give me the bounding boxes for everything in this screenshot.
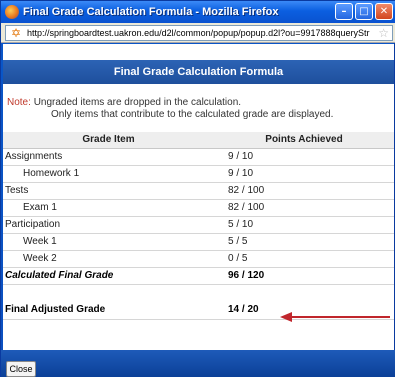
popup-footer: Close: [1, 350, 395, 377]
table-row: Exam 1 82 / 100: [3, 199, 394, 217]
table-row: Tests 82 / 100: [3, 182, 394, 200]
site-favicon-icon: ✡: [10, 26, 22, 40]
grade-item-cell: Week 1: [3, 233, 214, 251]
minimize-icon[interactable]: –: [335, 3, 353, 20]
note-line-2: Only items that contribute to the calcul…: [51, 109, 334, 120]
close-button[interactable]: Close: [6, 361, 36, 377]
column-header-grade-item: Grade Item: [3, 132, 214, 149]
grade-item-cell: Tests: [3, 182, 214, 200]
table-row: Participation 5 / 10: [3, 216, 394, 234]
final-adjusted-grade-label: Final Adjusted Grade: [3, 301, 214, 320]
close-icon[interactable]: ✕: [375, 3, 393, 20]
title-bar[interactable]: Final Grade Calculation Formula - Mozill…: [1, 1, 395, 23]
page-content: Final Grade Calculation Formula Note: Un…: [3, 44, 394, 350]
points-cell: 82 / 100: [214, 182, 394, 200]
points-cell: 82 / 100: [214, 199, 394, 217]
calculated-final-grade-row: Calculated Final Grade 96 / 120: [3, 267, 394, 285]
points-cell: 9 / 10: [214, 165, 394, 183]
note-block: Note: Ungraded items are dropped in the …: [7, 97, 392, 121]
grade-item-cell: Exam 1: [3, 199, 214, 217]
window-controls: – □ ✕: [335, 3, 393, 20]
page-title: Final Grade Calculation Formula: [3, 60, 394, 84]
firefox-icon: [5, 5, 19, 19]
table-row: Week 2 0 / 5: [3, 250, 394, 268]
calculated-final-grade-label: Calculated Final Grade: [3, 267, 214, 285]
maximize-icon[interactable]: □: [355, 3, 373, 20]
table-header-row: Grade Item Points Achieved: [3, 132, 394, 149]
annotation-arrow-icon: [280, 312, 390, 322]
url-text: http://springboardtest.uakron.edu/d2l/co…: [27, 28, 370, 38]
table-row: Week 1 5 / 5: [3, 233, 394, 251]
window-title: Final Grade Calculation Formula - Mozill…: [23, 6, 279, 18]
table-row: Homework 1 9 / 10: [3, 165, 394, 183]
grade-item-cell: Assignments: [3, 148, 214, 166]
grade-item-cell: Week 2: [3, 250, 214, 268]
points-cell: 5 / 10: [214, 216, 394, 234]
points-cell: 5 / 5: [214, 233, 394, 251]
note-line-1: Ungraded items are dropped in the calcul…: [33, 97, 242, 108]
spacer-row: [3, 284, 394, 301]
note-label: Note:: [7, 97, 31, 108]
column-header-points: Points Achieved: [214, 132, 394, 149]
points-cell: 0 / 5: [214, 250, 394, 268]
url-field[interactable]: ✡ http://springboardtest.uakron.edu/d2l/…: [5, 25, 393, 41]
points-cell: 9 / 10: [214, 148, 394, 166]
browser-window: Final Grade Calculation Formula - Mozill…: [0, 0, 395, 377]
bookmark-star-icon[interactable]: ☆: [378, 26, 389, 40]
grades-table: Grade Item Points Achieved Assignments 9…: [3, 132, 394, 320]
address-bar: ✡ http://springboardtest.uakron.edu/d2l/…: [1, 23, 395, 43]
calculated-final-grade-value: 96 / 120: [214, 267, 394, 285]
grade-item-cell: Homework 1: [3, 165, 214, 183]
grade-item-cell: Participation: [3, 216, 214, 234]
table-row: Assignments 9 / 10: [3, 148, 394, 166]
